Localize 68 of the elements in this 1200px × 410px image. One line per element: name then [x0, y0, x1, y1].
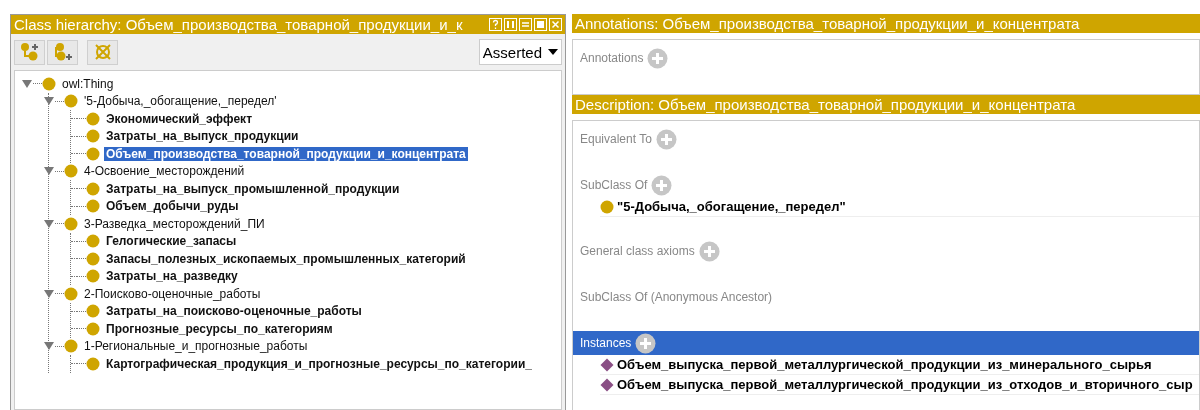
class-icon: [42, 76, 56, 91]
class-icon: [64, 94, 78, 109]
class-icon: [64, 286, 78, 301]
class-label[interactable]: Затраты_на_поисково-оценочные_работы: [104, 304, 364, 319]
class-label[interactable]: Затраты_на_выпуск_продукции: [104, 129, 301, 144]
class-icon: [86, 251, 100, 266]
item-label[interactable]: "5-Добыча,_обогащение,_передел": [617, 199, 846, 214]
expanded-arrow-icon[interactable]: [43, 288, 55, 299]
class-icon: [86, 356, 100, 371]
caret-icon: [548, 49, 558, 55]
panel-title: Annotations: Объем_производства_товарной_продукции_и_концентрата: [575, 15, 1081, 32]
class-label[interactable]: 2-Поисково-оценочные_работы: [82, 286, 263, 301]
class-label[interactable]: Гелогические_запасы: [104, 234, 239, 249]
add-icon[interactable]: [635, 332, 657, 354]
expanded-arrow-icon[interactable]: [43, 341, 55, 352]
class-icon: [64, 164, 78, 179]
class-icon: [86, 129, 100, 144]
section-label: Equivalent To: [580, 132, 652, 146]
class-label[interactable]: Картографическая_продукция_и_прогнозные_ресурсы_по_категории_: [104, 356, 534, 371]
expanded-arrow-icon[interactable]: [21, 78, 33, 89]
class-label[interactable]: 1-Региональные_и_прогнозные_работы: [82, 339, 310, 354]
class-icon: [86, 199, 100, 214]
close-icon[interactable]: [549, 18, 562, 31]
class-label[interactable]: Объем_производства_товарной_продукции_и_концентрата: [104, 146, 468, 161]
class-icon: [86, 111, 100, 126]
section-label: SubClass Of (Anonymous Ancestor): [580, 290, 773, 304]
class-icon: [86, 321, 100, 336]
class-label[interactable]: owl:Thing: [60, 76, 116, 91]
section-label: SubClass Of: [580, 178, 648, 192]
class-label[interactable]: 4-Освоение_месторождений: [82, 164, 247, 179]
delete-icon: [92, 42, 113, 62]
minimize-icon[interactable]: [519, 18, 532, 31]
expanded-arrow-icon[interactable]: [43, 96, 55, 107]
class-icon: [86, 181, 100, 196]
individual-icon: [600, 357, 614, 372]
delete-class-button[interactable]: [87, 39, 118, 65]
item-label[interactable]: Объем_выпуска_первой_металлургической_продукции_из_минерального_сырья: [617, 357, 1152, 372]
class-icon: [64, 216, 78, 231]
add-subclass-button[interactable]: [14, 39, 45, 65]
section-label: Annotations: [580, 51, 644, 65]
class-icon: [600, 199, 614, 214]
class-label[interactable]: Экономический_эффект: [104, 111, 254, 126]
view-select[interactable]: Asserted: [478, 39, 562, 65]
class-icon: [86, 234, 100, 249]
add-sibling-button[interactable]: [47, 39, 78, 65]
item-label[interactable]: Объем_выпуска_первой_металлургической_продукции_из_отходов_и_вторичного_сыр: [617, 377, 1193, 392]
maximize-icon[interactable]: [534, 18, 547, 31]
class-icon: [86, 304, 100, 319]
section-label: Instances: [580, 336, 632, 350]
individual-icon: [600, 377, 614, 392]
class-icon: [64, 339, 78, 354]
split-icon[interactable]: [504, 18, 517, 31]
panel-title: Class hierarchy: Объем_производства_товарной_продукции_и_к: [14, 16, 464, 33]
class-label[interactable]: 3-Разведка_месторождений_ПИ: [82, 216, 267, 231]
class-label[interactable]: Затраты_на_разведку: [104, 269, 240, 284]
class-label[interactable]: Объем_добычи_руды: [104, 199, 241, 214]
panel-title: Description: Объем_производства_товарной_продукции_и_концентрата: [575, 96, 1077, 113]
help-icon[interactable]: [489, 18, 502, 31]
class-label[interactable]: Затраты_на_выпуск_промышленной_продукции: [104, 181, 402, 196]
class-icon: [86, 269, 100, 284]
class-label[interactable]: Прогнозные_ресурсы_по_категориям: [104, 321, 335, 336]
expanded-arrow-icon[interactable]: [43, 166, 55, 177]
add-subclass-icon: [18, 42, 41, 62]
expanded-arrow-icon[interactable]: [43, 218, 55, 229]
class-label[interactable]: Запасы_полезных_ископаемых_промышленных_категорий: [104, 251, 468, 266]
class-label[interactable]: '5-Добыча,_обогащение,_передел': [82, 94, 279, 109]
class-icon: [86, 146, 100, 161]
section-label: General class axioms: [580, 244, 695, 258]
